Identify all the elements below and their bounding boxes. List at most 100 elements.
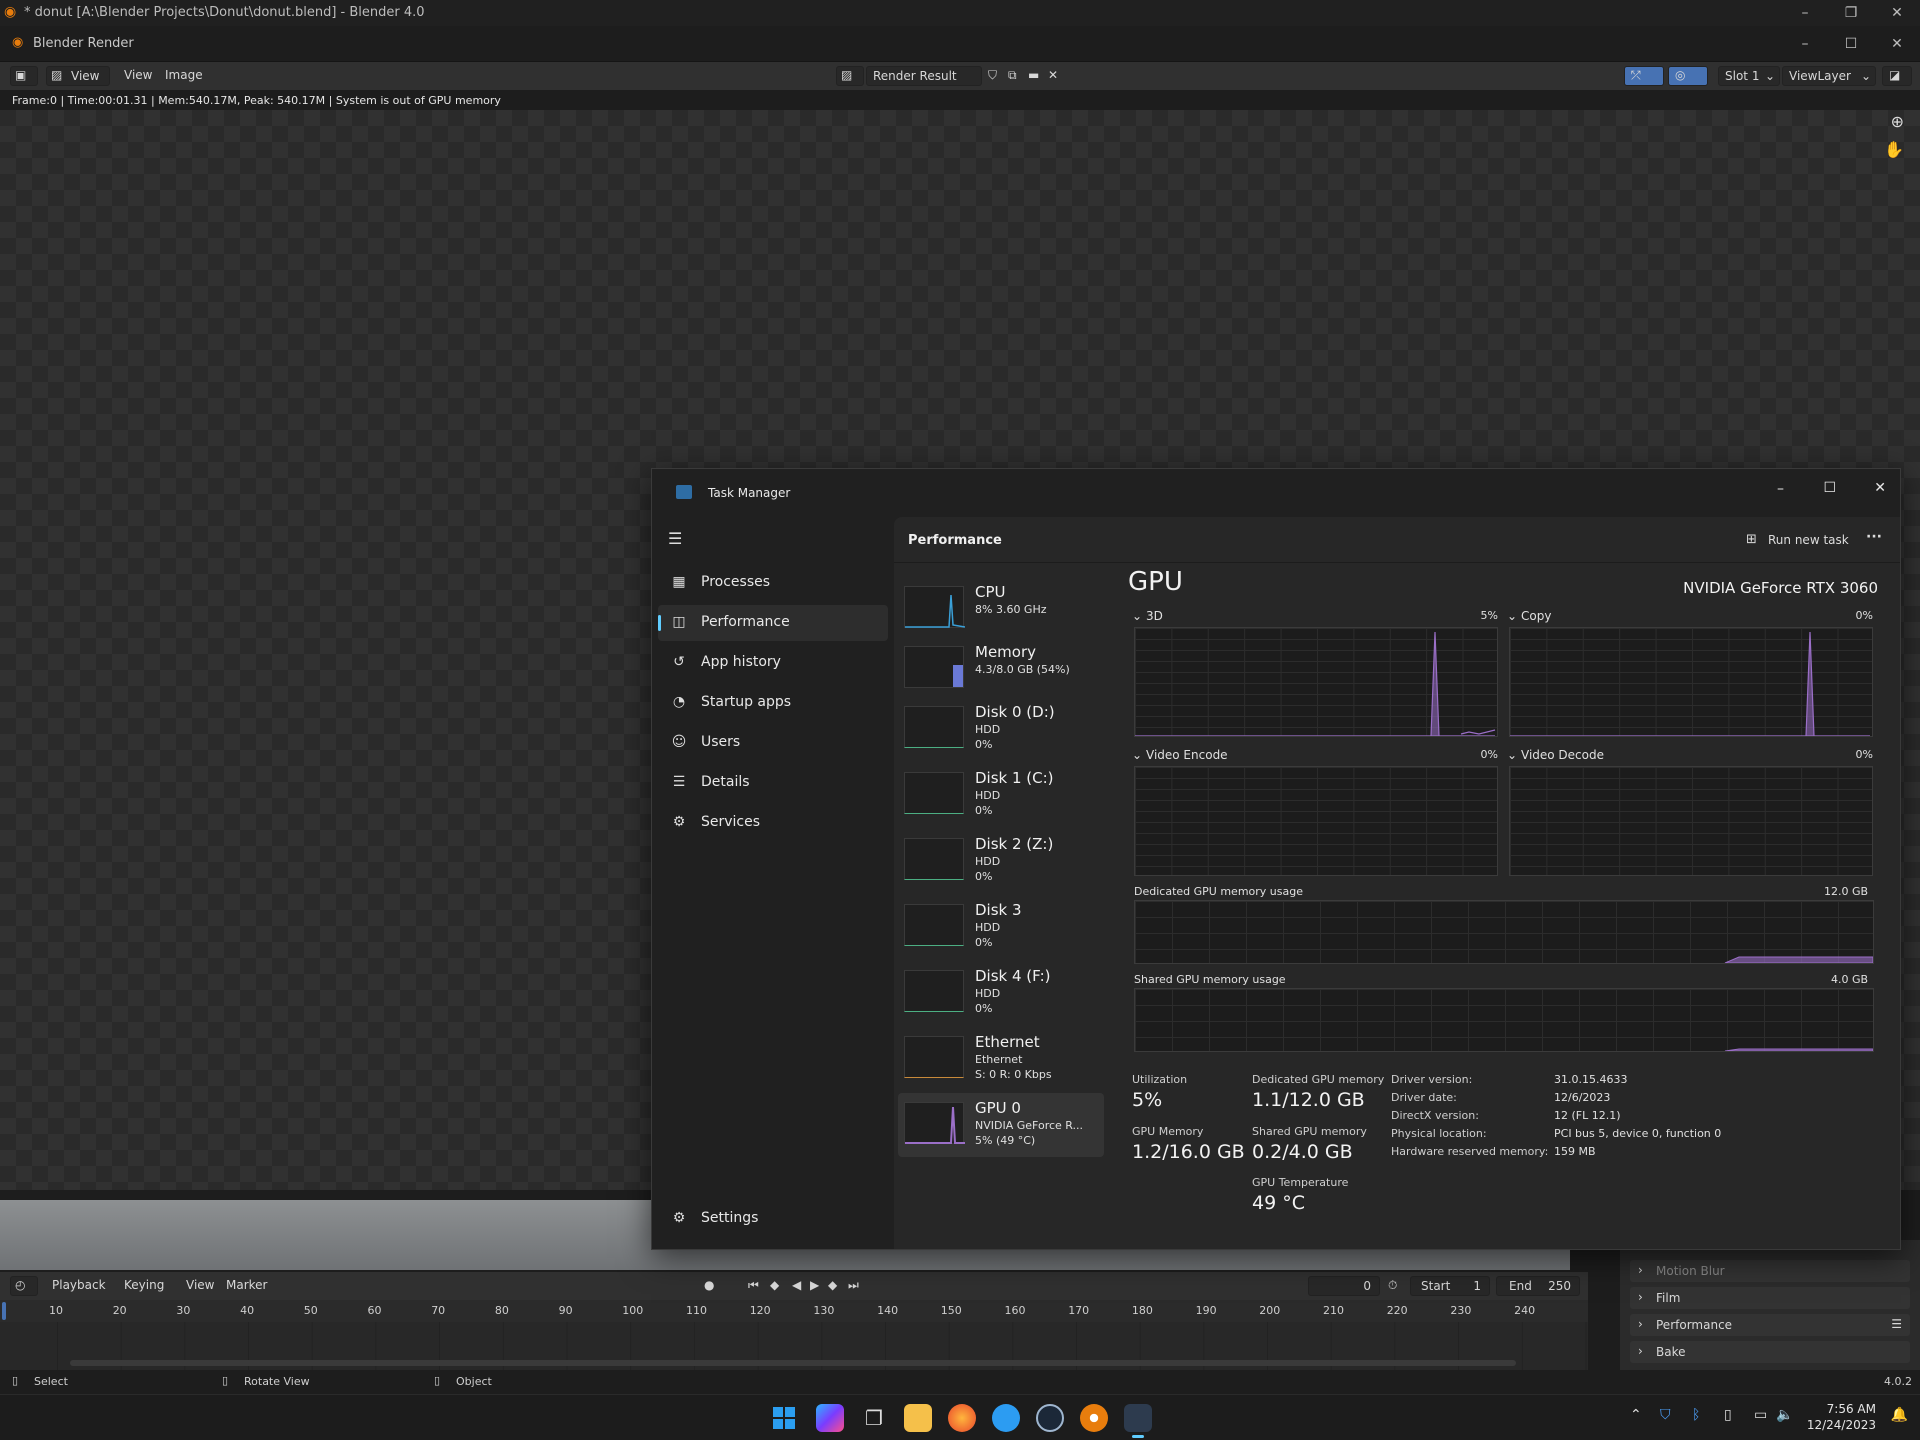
nav-startup-apps[interactable]: ◔ Startup apps <box>658 685 888 721</box>
timeline-editor-type[interactable]: ◴ <box>10 1276 38 1296</box>
run-new-task-button[interactable]: ⊞ Run new task <box>1742 527 1852 553</box>
next-keyframe-icon[interactable]: ◆ <box>828 1278 837 1292</box>
timeline-scrollbar[interactable] <box>70 1360 1516 1366</box>
nav-settings[interactable]: ⚙ Settings <box>658 1201 888 1237</box>
nav-users[interactable]: ☺ Users <box>658 725 888 761</box>
editor-type-dropdown[interactable]: ▣ <box>10 66 38 86</box>
prop-row-film[interactable]: › Film <box>1630 1287 1910 1309</box>
nav-performance[interactable]: ◫ Performance <box>658 605 888 641</box>
usb-icon[interactable]: ▯ <box>1724 1407 1732 1423</box>
overlay-toggle-button[interactable]: ◎ <box>1668 66 1708 86</box>
end-label: End <box>1509 1279 1532 1293</box>
resource-detail: Ethernet S: 0 R: 0 Kbps <box>975 1053 1052 1081</box>
tm-minimize-button[interactable]: – <box>1777 481 1784 497</box>
more-options-icon[interactable]: ··· <box>1866 529 1882 545</box>
network-icon[interactable]: ▭ <box>1754 1407 1767 1423</box>
zoom-magnifier-icon[interactable]: ⊕ <box>1891 112 1904 131</box>
tm-maximize-button[interactable]: ☐ <box>1823 480 1836 496</box>
bluetooth-icon[interactable]: ᛒ <box>1692 1407 1700 1423</box>
prop-row-motion-blur[interactable]: › Motion Blur <box>1630 1260 1910 1282</box>
performance-icon: ◫ <box>672 614 686 630</box>
timeline-tick-label: 60 <box>367 1304 382 1317</box>
blender-taskbar-icon[interactable] <box>1080 1404 1108 1432</box>
render-close-button[interactable]: ✕ <box>1874 33 1920 55</box>
hardware-reserved-value: 159 MB <box>1554 1145 1596 1158</box>
timeline-area[interactable] <box>0 1322 1588 1370</box>
stopwatch-icon[interactable]: ⏱ <box>1388 1278 1397 1293</box>
resource-memory[interactable]: Memory 4.3/8.0 GB (54%) <box>898 637 1104 701</box>
nav-app-history[interactable]: ↺ App history <box>658 645 888 681</box>
minimize-button[interactable]: – <box>1782 2 1828 24</box>
engine-name: Video Encode <box>1146 748 1228 762</box>
task-view-icon[interactable]: ❐ <box>860 1404 888 1432</box>
resource-ethernet[interactable]: Ethernet Ethernet S: 0 R: 0 Kbps <box>898 1027 1104 1091</box>
tray-chevron-up-icon[interactable]: ⌃ <box>1630 1407 1642 1423</box>
start-frame-field[interactable]: Start 1 <box>1410 1276 1490 1296</box>
notification-bell-icon[interactable]: 🔔 <box>1891 1407 1908 1423</box>
resource-disk-1[interactable]: Disk 1 (C:) HDD 0% <box>898 763 1104 827</box>
timeline-tick-label: 200 <box>1259 1304 1281 1317</box>
view-layer-dropdown[interactable]: ViewLayer ⌄ <box>1782 66 1876 86</box>
open-folder-icon[interactable]: ▬ <box>1028 68 1039 82</box>
engine-dropdown-chevron-icon: ⌄ <box>1507 609 1518 623</box>
edge-icon[interactable] <box>992 1404 1020 1432</box>
render-maximize-button[interactable]: ☐ <box>1828 33 1874 55</box>
record-icon[interactable]: ● <box>704 1278 714 1292</box>
current-frame-field[interactable]: 0 <box>1308 1276 1380 1296</box>
jump-start-icon[interactable]: ⏮ <box>748 1278 759 1293</box>
jump-end-icon[interactable]: ⏭ <box>848 1278 859 1293</box>
gizmo-toggle-button[interactable]: ⤱ <box>1624 66 1664 86</box>
image-menu[interactable]: Image <box>165 68 203 82</box>
view-mode-dropdown[interactable]: ▨ View <box>46 66 110 86</box>
keying-menu[interactable]: Keying <box>124 1278 164 1292</box>
firefox-icon[interactable] <box>948 1404 976 1432</box>
duplicate-icon[interactable]: ⧉ <box>1008 68 1017 83</box>
resource-detail: HDD 0% <box>975 789 1001 817</box>
nav-services[interactable]: ⚙ Services <box>658 805 888 841</box>
hamburger-menu-icon[interactable]: ☰ <box>668 529 682 548</box>
taskbar-clock[interactable]: 7:56 AM 12/24/2023 <box>1807 1401 1876 1433</box>
slot-dropdown[interactable]: Slot 1 ⌄ <box>1718 66 1780 86</box>
fake-user-shield-icon[interactable]: ⛉ <box>988 68 997 83</box>
render-minimize-button[interactable]: – <box>1782 33 1828 55</box>
prev-keyframe-icon[interactable]: ◆ <box>770 1278 779 1292</box>
resource-disk-0[interactable]: Disk 0 (D:) HDD 0% <box>898 697 1104 761</box>
steam-icon[interactable] <box>1036 1404 1064 1432</box>
resource-disk-3[interactable]: Disk 3 HDD 0% <box>898 895 1104 959</box>
defender-shield-icon[interactable]: ⛉ <box>1660 1407 1671 1423</box>
volume-icon[interactable]: 🔈 <box>1776 1407 1793 1423</box>
tm-close-button[interactable]: ✕ <box>1874 480 1886 496</box>
prop-row-performance[interactable]: › Performance ☰ <box>1630 1314 1910 1336</box>
display-channels-dropdown[interactable]: ◪ <box>1882 66 1912 86</box>
nav-label: Details <box>701 774 750 790</box>
start-button[interactable] <box>770 1404 798 1432</box>
render-result-field[interactable]: Render Result <box>866 66 982 86</box>
gpu-memory-value: 1.2/16.0 GB <box>1132 1141 1245 1163</box>
playback-menu[interactable]: Playback <box>52 1278 106 1292</box>
view-menu[interactable]: View <box>124 68 152 82</box>
prop-row-bake[interactable]: › Bake <box>1630 1341 1910 1363</box>
resource-detail: HDD 0% <box>975 855 1001 883</box>
pan-hand-icon[interactable]: ✋ <box>1884 140 1904 159</box>
end-frame-field[interactable]: End 250 <box>1496 1276 1580 1296</box>
resource-disk-2[interactable]: Disk 2 (Z:) HDD 0% <box>898 829 1104 893</box>
unlink-x-icon[interactable]: ✕ <box>1048 68 1058 82</box>
close-button[interactable]: ✕ <box>1874 2 1920 24</box>
nav-details[interactable]: ☰ Details <box>658 765 888 801</box>
nav-processes[interactable]: ▦ Processes <box>658 565 888 601</box>
file-explorer-icon[interactable] <box>904 1404 932 1432</box>
copilot-icon[interactable] <box>816 1404 844 1432</box>
engine-value: 0% <box>1855 748 1873 761</box>
resource-cpu[interactable]: CPU 8% 3.60 GHz <box>898 577 1104 641</box>
play-reverse-icon[interactable]: ◀ <box>792 1278 801 1292</box>
resource-disk-4[interactable]: Disk 4 (F:) HDD 0% <box>898 961 1104 1025</box>
maximize-button[interactable]: ❐ <box>1828 2 1874 24</box>
playhead[interactable] <box>2 1302 6 1320</box>
task-manager-taskbar-icon[interactable] <box>1124 1404 1152 1438</box>
marker-menu[interactable]: Marker <box>226 1278 267 1292</box>
timeline-view-menu[interactable]: View <box>186 1278 214 1292</box>
resource-gpu-0[interactable]: GPU 0 NVIDIA GeForce R... 5% (49 °C) <box>898 1093 1104 1157</box>
browse-image-dropdown[interactable]: ▨ <box>836 66 864 86</box>
play-icon[interactable]: ▶ <box>810 1278 819 1292</box>
timeline-ruler[interactable]: 10 20 30 40 50 60 70 80 90 100 110 120 130 140 150 160 1… <box>0 1300 1588 1322</box>
